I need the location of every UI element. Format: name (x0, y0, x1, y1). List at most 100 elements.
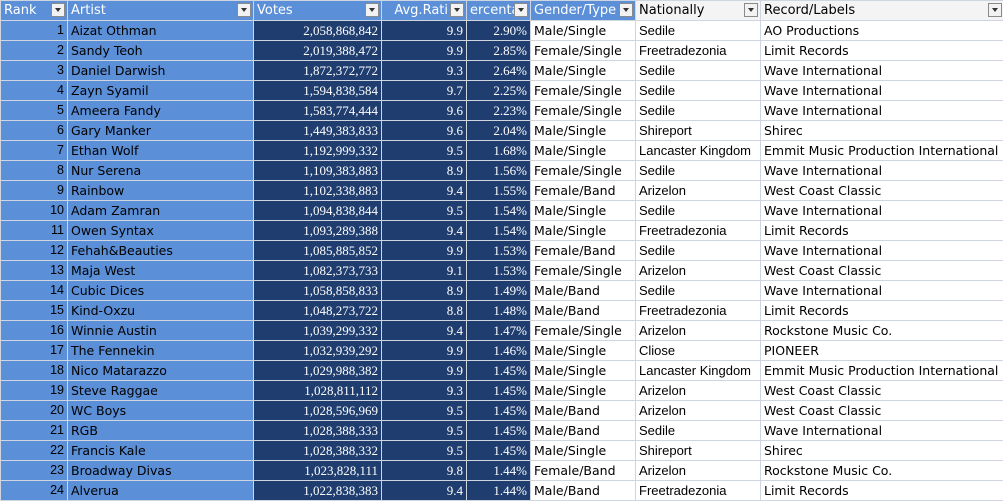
cell-record-label[interactable]: Wave International (760, 420, 1003, 441)
cell-record-label[interactable]: Emmit Music Production International (760, 140, 1003, 161)
cell-gender-type[interactable]: Male/Band (530, 480, 636, 501)
cell-gender-type[interactable]: Male/Single (530, 200, 636, 221)
cell-percentage[interactable]: 1.54% (466, 200, 531, 221)
table-row[interactable]: 19 Steve Raggae 1,028,811,112 9.3 1.45% Male/… (0, 380, 1003, 401)
cell-votes[interactable]: 1,093,289,388 (253, 220, 382, 241)
cell-gender-type[interactable]: Male/Band (530, 280, 636, 301)
filter-dropdown-icon[interactable] (987, 3, 1002, 17)
cell-gender-type[interactable]: Female/Single (530, 80, 636, 101)
cell-artist[interactable]: Sandy Teoh (67, 40, 254, 61)
filter-dropdown-icon[interactable] (514, 3, 528, 17)
cell-avg-rating[interactable]: 9.9 (381, 20, 467, 41)
cell-percentage[interactable]: 1.45% (466, 400, 531, 421)
cell-percentage[interactable]: 1.45% (466, 440, 531, 461)
cell-rank[interactable]: 7 (0, 140, 68, 161)
table-row[interactable]: 8 Nur Serena 1,109,383,883 8.9 1.56% Female/S… (0, 160, 1003, 181)
cell-avg-rating[interactable]: 9.3 (381, 60, 467, 81)
cell-artist[interactable]: Maja West (67, 260, 254, 281)
cell-rank[interactable]: 18 (0, 360, 68, 381)
cell-percentage[interactable]: 2.23% (466, 100, 531, 121)
cell-percentage[interactable]: 1.55% (466, 180, 531, 201)
table-row[interactable]: 22 Francis Kale 1,028,388,332 9.5 1.45% Male/… (0, 440, 1003, 461)
table-row[interactable]: 23 Broadway Divas 1,023,828,111 9.8 1.44% Fem… (0, 460, 1003, 481)
cell-nationally[interactable]: Arizelon (635, 320, 761, 341)
cell-votes[interactable]: 1,872,372,772 (253, 60, 382, 81)
cell-record-label[interactable]: Wave International (760, 60, 1003, 81)
cell-rank[interactable]: 16 (0, 320, 68, 341)
cell-rank[interactable]: 22 (0, 440, 68, 461)
cell-gender-type[interactable]: Male/Single (530, 60, 636, 81)
cell-percentage[interactable]: 1.56% (466, 160, 531, 181)
cell-votes[interactable]: 1,029,988,382 (253, 360, 382, 381)
table-row[interactable]: 18 Nico Matarazzo 1,029,988,382 9.9 1.45% Mal… (0, 360, 1003, 381)
cell-avg-rating[interactable]: 9.3 (381, 380, 467, 401)
table-row[interactable]: 11 Owen Syntax 1,093,289,388 9.4 1.54% Male/S… (0, 220, 1003, 241)
cell-record-label[interactable]: AO Productions (760, 20, 1003, 41)
cell-rank[interactable]: 2 (0, 40, 68, 61)
table-row[interactable]: 7 Ethan Wolf 1,192,999,332 9.5 1.68% Male/Sin… (0, 140, 1003, 161)
table-row[interactable]: 6 Gary Manker 1,449,383,833 9.6 2.04% Male/Si… (0, 120, 1003, 141)
cell-rank[interactable]: 15 (0, 300, 68, 321)
cell-rank[interactable]: 5 (0, 100, 68, 121)
cell-artist[interactable]: Ameera Fandy (67, 100, 254, 121)
cell-record-label[interactable]: Wave International (760, 160, 1003, 181)
cell-votes[interactable]: 1,094,838,844 (253, 200, 382, 221)
cell-percentage[interactable]: 1.49% (466, 280, 531, 301)
cell-votes[interactable]: 1,102,338,883 (253, 180, 382, 201)
table-row[interactable]: 1 Aizat Othman 2,058,868,842 9.9 2.90% Male/S… (0, 20, 1003, 41)
cell-nationally[interactable]: Sedile (635, 280, 761, 301)
table-row[interactable]: 2 Sandy Teoh 2,019,388,472 9.9 2.85% Female/S… (0, 40, 1003, 61)
cell-artist[interactable]: Francis Kale (67, 440, 254, 461)
cell-avg-rating[interactable]: 8.9 (381, 160, 467, 181)
cell-avg-rating[interactable]: 9.9 (381, 40, 467, 61)
cell-avg-rating[interactable]: 9.9 (381, 340, 467, 361)
cell-rank[interactable]: 11 (0, 220, 68, 241)
cell-nationally[interactable]: Freetradezonia (635, 220, 761, 241)
cell-rank[interactable]: 19 (0, 380, 68, 401)
cell-percentage[interactable]: 2.90% (466, 20, 531, 41)
cell-record-label[interactable]: Wave International (760, 80, 1003, 101)
cell-avg-rating[interactable]: 9.7 (381, 80, 467, 101)
cell-nationally[interactable]: Arizelon (635, 380, 761, 401)
cell-rank[interactable]: 12 (0, 240, 68, 261)
filter-dropdown-icon[interactable] (365, 3, 379, 17)
cell-record-label[interactable]: Limit Records (760, 300, 1003, 321)
cell-artist[interactable]: The Fennekin (67, 340, 254, 361)
cell-votes[interactable]: 1,028,811,112 (253, 380, 382, 401)
cell-artist[interactable]: Steve Raggae (67, 380, 254, 401)
cell-rank[interactable]: 4 (0, 80, 68, 101)
cell-nationally[interactable]: Shireport (635, 440, 761, 461)
cell-votes[interactable]: 1,023,828,111 (253, 460, 382, 481)
cell-rank[interactable]: 20 (0, 400, 68, 421)
cell-votes[interactable]: 1,449,383,833 (253, 120, 382, 141)
cell-percentage[interactable]: 1.47% (466, 320, 531, 341)
cell-nationally[interactable]: Arizelon (635, 400, 761, 421)
cell-nationally[interactable]: Arizelon (635, 260, 761, 281)
cell-record-label[interactable]: Shirec (760, 440, 1003, 461)
cell-rank[interactable]: 10 (0, 200, 68, 221)
cell-artist[interactable]: Fehah&Beauties (67, 240, 254, 261)
cell-record-label[interactable]: PIONEER (760, 340, 1003, 361)
cell-percentage[interactable]: 2.64% (466, 60, 531, 81)
cell-rank[interactable]: 9 (0, 180, 68, 201)
cell-votes[interactable]: 1,192,999,332 (253, 140, 382, 161)
cell-artist[interactable]: RGB (67, 420, 254, 441)
cell-artist[interactable]: Zayn Syamil (67, 80, 254, 101)
cell-votes[interactable]: 1,048,273,722 (253, 300, 382, 321)
cell-record-label[interactable]: Wave International (760, 240, 1003, 261)
cell-gender-type[interactable]: Male/Single (530, 340, 636, 361)
cell-record-label[interactable]: Shirec (760, 120, 1003, 141)
cell-record-label[interactable]: Wave International (760, 100, 1003, 121)
cell-votes[interactable]: 1,028,388,332 (253, 440, 382, 461)
cell-nationally[interactable]: Sedile (635, 240, 761, 261)
cell-artist[interactable]: Gary Manker (67, 120, 254, 141)
cell-percentage[interactable]: 1.44% (466, 480, 531, 501)
cell-avg-rating[interactable]: 9.6 (381, 100, 467, 121)
cell-artist[interactable]: Alverua (67, 480, 254, 501)
cell-nationally[interactable]: Freetradezonia (635, 480, 761, 501)
cell-nationally[interactable]: Sedile (635, 60, 761, 81)
cell-nationally[interactable]: Sedile (635, 80, 761, 101)
cell-record-label[interactable]: West Coast Classic (760, 400, 1003, 421)
cell-votes[interactable]: 2,019,388,472 (253, 40, 382, 61)
cell-gender-type[interactable]: Female/Single (530, 260, 636, 281)
